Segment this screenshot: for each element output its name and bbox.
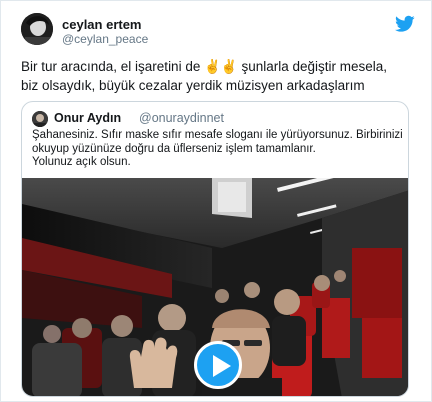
tweet-text: Bir tur aracında, el işaretini de ✌️✌️ ş…	[21, 57, 421, 95]
quoted-text-line: okuyup yüzünüze doğru da üflerseniz işle…	[32, 142, 316, 155]
tweet-text-line: Bir tur aracında, el işaretini de ✌️✌️ ş…	[21, 59, 388, 74]
quoted-author-name: Onur Aydın	[54, 111, 122, 125]
quoted-text: Şahanesiniz. Sıfır maske sıfır mesafe sl…	[32, 129, 404, 170]
avatar[interactable]	[21, 13, 53, 45]
tweet-text-line: biz olsaydık, büyük cezalar yerdik müzis…	[21, 78, 365, 93]
play-icon	[213, 355, 231, 377]
quoted-avatar-photo	[32, 111, 48, 127]
twitter-bird-icon[interactable]	[395, 15, 415, 33]
video-player[interactable]	[22, 178, 408, 396]
quoted-tweet[interactable]: Onur Aydın @onuraydinnet Şahanesiniz. Sı…	[21, 101, 409, 397]
quoted-text-line: Şahanesiniz. Sıfır maske sıfır mesafe sl…	[32, 129, 403, 141]
quoted-author-handle: @onuraydinnet	[139, 111, 224, 125]
play-button[interactable]	[194, 341, 242, 389]
author-name[interactable]: ceylan ertem	[62, 17, 142, 32]
tweet-card: ceylan ertem @ceylan_peace Bir tur aracı…	[0, 0, 432, 402]
author-handle[interactable]: @ceylan_peace	[62, 32, 148, 46]
quoted-avatar	[32, 111, 48, 127]
tweet-header: ceylan ertem @ceylan_peace	[21, 13, 417, 47]
quoted-text-line: Yolunuz açık olsun.	[32, 156, 131, 168]
avatar-photo	[21, 13, 53, 45]
